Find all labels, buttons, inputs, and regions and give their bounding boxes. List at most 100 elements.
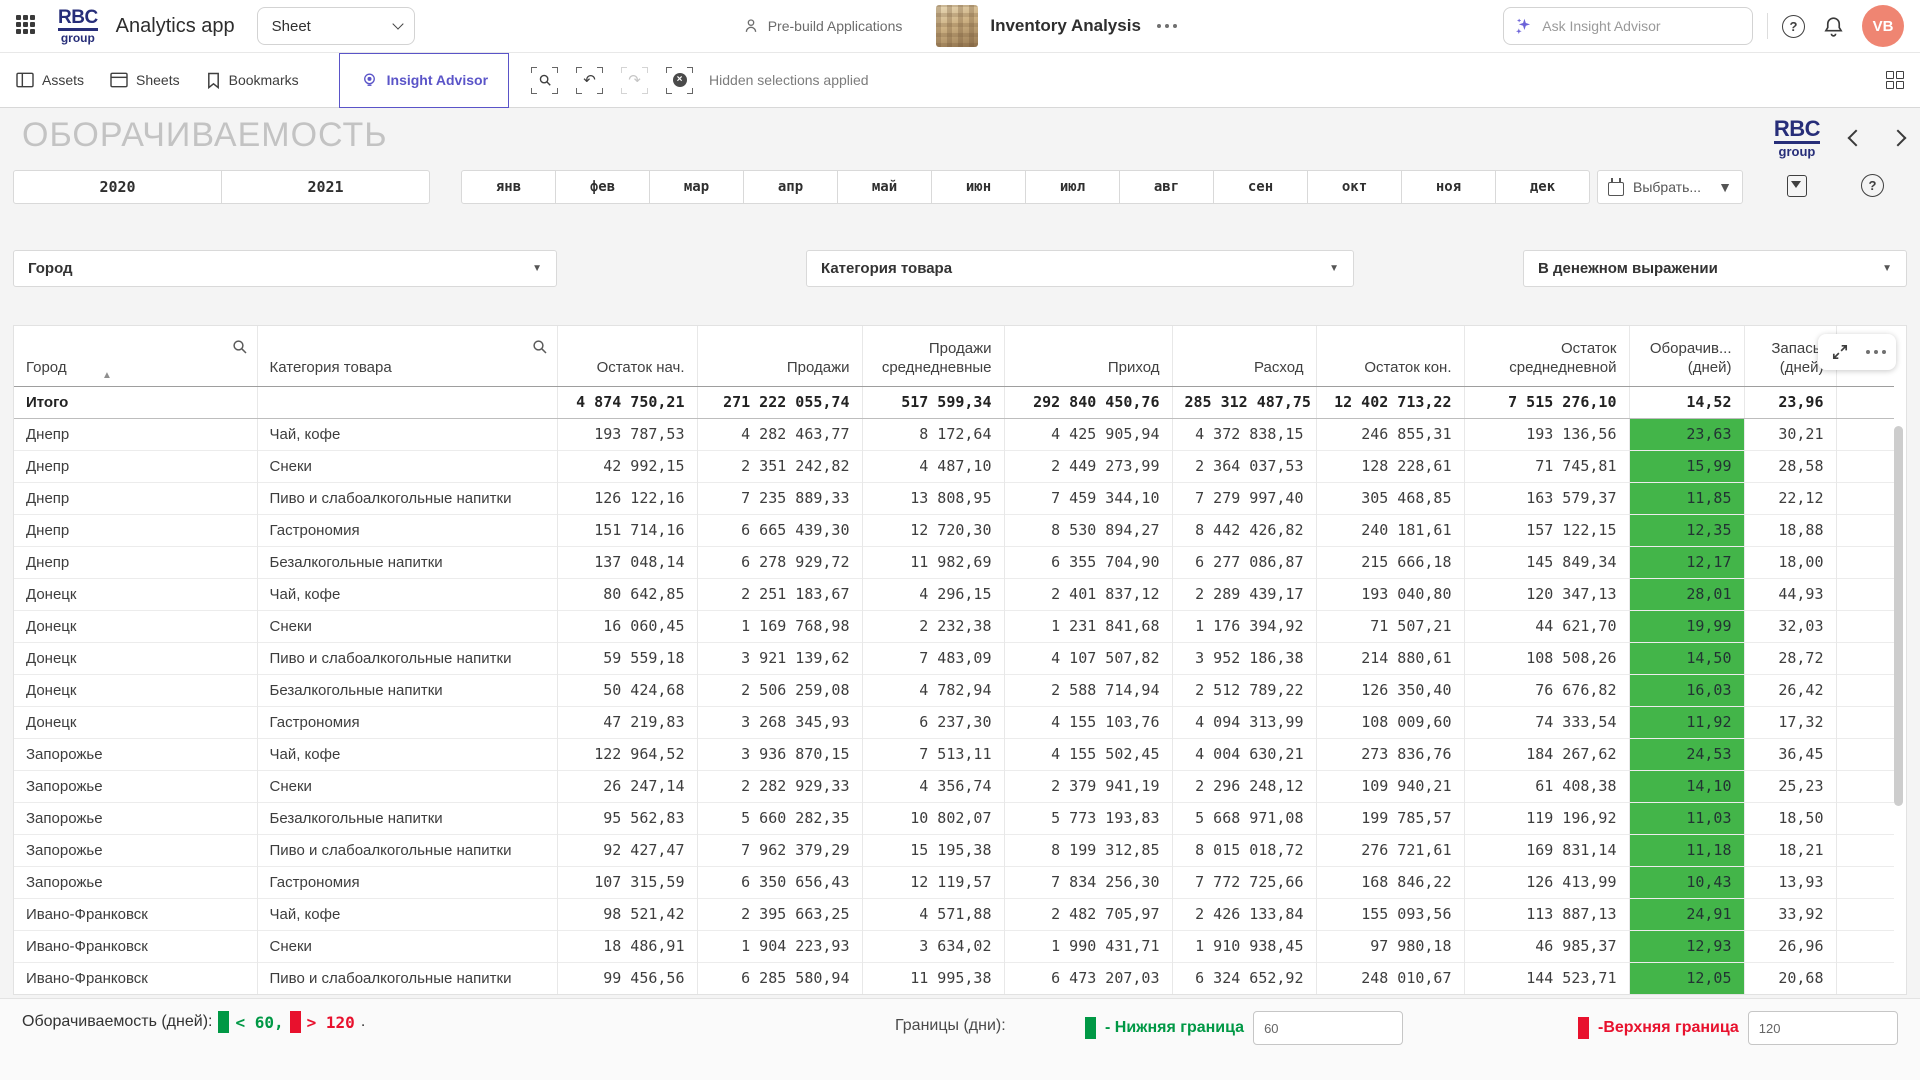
turnover-table: Город ▲ Категория товара Остаток нач. Пр… (14, 326, 1894, 995)
cell-category[interactable]: Пиво и слабоалкогольные напитки (257, 482, 557, 514)
cell-category[interactable]: Пиво и слабоалкогольные напитки (257, 962, 557, 994)
cell-category[interactable]: Гастрономия (257, 514, 557, 546)
column-header-sales[interactable]: Продажи (697, 326, 862, 386)
assets-button[interactable]: Assets (16, 72, 84, 88)
cell-category[interactable]: Пиво и слабоалкогольные напитки (257, 642, 557, 674)
cell-city[interactable]: Запорожье (14, 770, 257, 802)
more-menu-icon[interactable] (1157, 24, 1177, 28)
cell-city[interactable]: Донецк (14, 642, 257, 674)
month-button-11[interactable]: ноя (1401, 171, 1495, 203)
cell-category[interactable]: Гастрономия (257, 866, 557, 898)
insight-advisor-search[interactable] (1503, 7, 1753, 45)
cell-city[interactable]: Запорожье (14, 738, 257, 770)
cell-turnover-days: 11,03 (1629, 802, 1744, 834)
column-header-avg-daily-sales[interactable]: Продажи среднедневные (862, 326, 1004, 386)
cell-city[interactable]: Запорожье (14, 866, 257, 898)
cell-category[interactable]: Чай, кофе (257, 898, 557, 930)
sheets-button[interactable]: Sheets (110, 72, 180, 88)
month-button-7[interactable]: июл (1025, 171, 1119, 203)
cell-city[interactable]: Донецк (14, 578, 257, 610)
cell-category[interactable]: Безалкогольные напитки (257, 674, 557, 706)
sheet-help-icon[interactable]: ? (1861, 174, 1884, 197)
table-more-menu-icon[interactable] (1866, 350, 1886, 354)
column-header-avg-daily-stock[interactable]: Остаток среднедневной (1464, 326, 1629, 386)
cell-category[interactable]: Пиво и слабоалкогольные напитки (257, 834, 557, 866)
cell-city[interactable]: Запорожье (14, 834, 257, 866)
expand-icon[interactable] (1828, 340, 1852, 364)
cell-city[interactable]: Запорожье (14, 802, 257, 834)
clear-selections-icon[interactable]: × (666, 67, 693, 94)
smart-search-selections-icon[interactable] (531, 67, 558, 94)
month-button-5[interactable]: май (837, 171, 931, 203)
lower-bound-input[interactable] (1253, 1011, 1403, 1045)
measure-mode-filter[interactable]: В денежном выражении▼ (1523, 250, 1907, 287)
app-thumbnail[interactable] (936, 5, 978, 47)
cell-category[interactable]: Снеки (257, 770, 557, 802)
cell-category[interactable]: Гастрономия (257, 706, 557, 738)
upper-bound-input[interactable] (1748, 1011, 1898, 1045)
city-filter[interactable]: Город▼ (13, 250, 557, 287)
cell-city[interactable]: Ивано-Франковск (14, 962, 257, 994)
cell-city[interactable]: Донецк (14, 674, 257, 706)
search-icon[interactable] (232, 339, 248, 355)
cell-city[interactable]: Донецк (14, 706, 257, 738)
cell-city[interactable]: Днепр (14, 482, 257, 514)
prebuild-applications-link[interactable]: Pre-build Applications (741, 16, 903, 36)
cell-category[interactable]: Чай, кофе (257, 738, 557, 770)
year-button-2021[interactable]: 2021 (221, 171, 429, 203)
cell-value: 50 424,68 (557, 674, 697, 706)
next-sheet-chevron[interactable] (1890, 130, 1907, 147)
cell-category[interactable]: Снеки (257, 450, 557, 482)
year-button-2020[interactable]: 2020 (14, 171, 221, 203)
cell-value: 4 782,94 (862, 674, 1004, 706)
cell-category[interactable]: Снеки (257, 610, 557, 642)
column-header-closing-stock[interactable]: Остаток кон. (1316, 326, 1464, 386)
caret-down-icon: ▼ (1718, 179, 1732, 195)
cell-category[interactable]: Снеки (257, 930, 557, 962)
bookmarks-button[interactable]: Bookmarks (206, 72, 299, 89)
cell-city[interactable]: Днепр (14, 514, 257, 546)
month-button-8[interactable]: авг (1119, 171, 1213, 203)
cell-city[interactable]: Днепр (14, 450, 257, 482)
month-button-6[interactable]: июн (931, 171, 1025, 203)
redo-selection-icon[interactable]: ↷ (621, 67, 648, 94)
sheet-grid-icon[interactable] (1886, 71, 1905, 90)
cell-city[interactable]: Днепр (14, 418, 257, 450)
month-button-3[interactable]: мар (649, 171, 743, 203)
cell-city[interactable]: Ивано-Франковск (14, 898, 257, 930)
undo-selection-icon[interactable]: ↶ (576, 67, 603, 94)
month-button-1[interactable]: янв (462, 171, 555, 203)
column-header-category[interactable]: Категория товара (257, 326, 557, 386)
column-header-inflow[interactable]: Приход (1004, 326, 1172, 386)
column-header-opening-stock[interactable]: Остаток нач. (557, 326, 697, 386)
search-icon[interactable] (532, 339, 548, 355)
notifications-bell-icon[interactable] (1821, 14, 1846, 39)
column-header-outflow[interactable]: Расход (1172, 326, 1316, 386)
month-button-4[interactable]: апр (743, 171, 837, 203)
help-icon[interactable]: ? (1782, 15, 1805, 38)
cell-category[interactable]: Чай, кофе (257, 418, 557, 450)
app-launcher-icon[interactable] (16, 15, 38, 37)
user-avatar[interactable]: VB (1862, 5, 1904, 47)
ask-insight-input[interactable] (1542, 18, 1742, 34)
month-button-2[interactable]: фев (555, 171, 649, 203)
month-button-10[interactable]: окт (1307, 171, 1401, 203)
vertical-scrollbar-thumb[interactable] (1894, 426, 1903, 806)
column-header-turnover-days[interactable]: Оборачив... (дней) (1629, 326, 1744, 386)
date-picker[interactable]: Выбрать... ▼ (1597, 170, 1743, 204)
selections-tool-icon[interactable] (1785, 173, 1809, 199)
insight-advisor-tab[interactable]: Insight Advisor (339, 53, 509, 108)
cell-city[interactable]: Ивано-Франковск (14, 930, 257, 962)
cell-category[interactable]: Чай, кофе (257, 578, 557, 610)
column-header-city[interactable]: Город ▲ (14, 326, 257, 386)
month-button-9[interactable]: сен (1213, 171, 1307, 203)
cell-clipped (1836, 642, 1894, 674)
cell-category[interactable]: Безалкогольные напитки (257, 802, 557, 834)
previous-sheet-chevron[interactable] (1848, 130, 1865, 147)
cell-city[interactable]: Днепр (14, 546, 257, 578)
cell-category[interactable]: Безалкогольные напитки (257, 546, 557, 578)
month-button-12[interactable]: дек (1495, 171, 1589, 203)
sheet-selector[interactable]: Sheet (257, 7, 415, 45)
cell-city[interactable]: Донецк (14, 610, 257, 642)
category-filter[interactable]: Категория товара▼ (806, 250, 1354, 287)
